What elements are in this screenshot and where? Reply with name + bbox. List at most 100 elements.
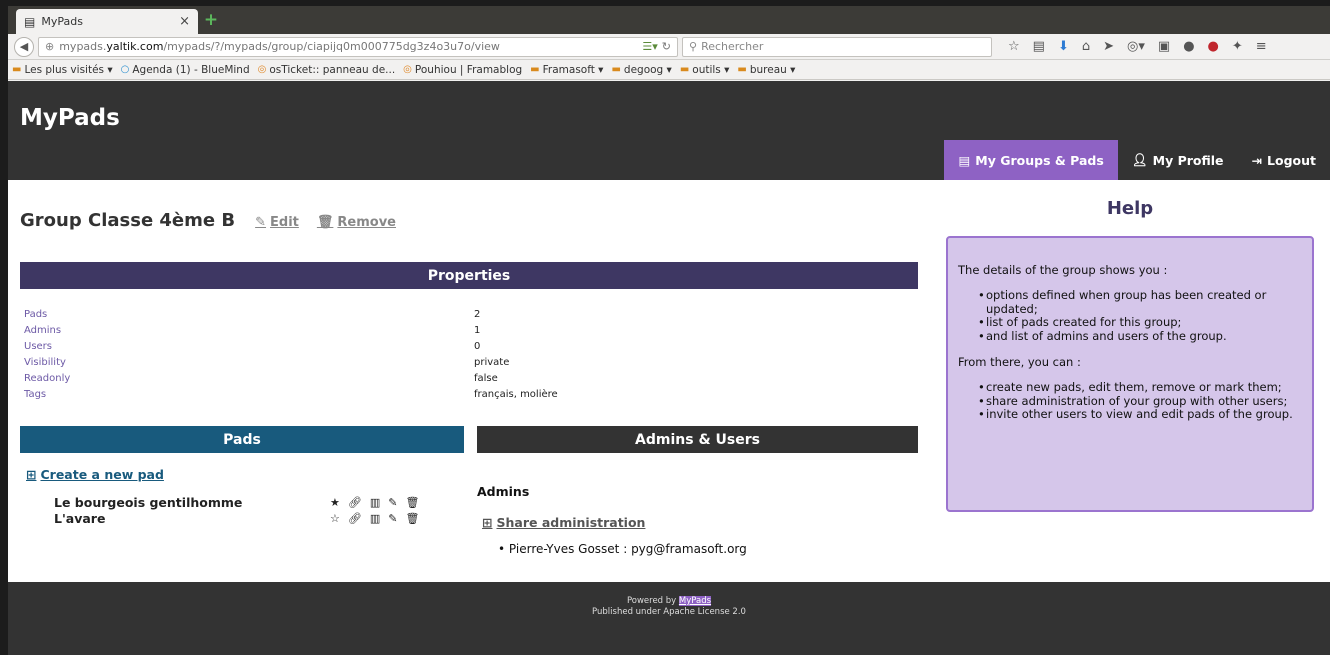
- admins-title: Admins: [477, 484, 530, 499]
- bookmark-agenda[interactable]: ○ Agenda (1) - BlueMind: [121, 64, 250, 76]
- share-administration-link[interactable]: ⊞ Share administration: [482, 515, 645, 530]
- menu-icon[interactable]: ≡: [1256, 39, 1267, 54]
- book-icon[interactable]: ▥: [370, 512, 380, 525]
- addon-icon[interactable]: ✦: [1232, 39, 1243, 54]
- url-text: mypads.yaltik.com/mypads/?/mypads/group/…: [59, 40, 500, 53]
- help-list-details: options defined when group has been crea…: [958, 288, 1302, 344]
- nav-logout[interactable]: ⇥ Logout: [1238, 140, 1330, 180]
- help-box: The details of the group shows you : opt…: [946, 236, 1314, 512]
- powered-by: Powered by MyPads: [626, 596, 712, 606]
- bookmark-framablog[interactable]: ◎ Pouhiou | Framablog: [403, 64, 522, 76]
- navigation-bar: ◀ ⊕ mypads.yaltik.com/mypads/?/mypads/gr…: [8, 34, 1330, 60]
- reload-icon[interactable]: ↻: [662, 40, 671, 53]
- book-icon[interactable]: ▥: [370, 496, 380, 509]
- pad-link[interactable]: Le bourgeois gentilhomme: [54, 495, 242, 510]
- ublock-icon[interactable]: ●: [1208, 39, 1219, 54]
- pad-link[interactable]: L'avare: [54, 511, 105, 526]
- star-filled-icon[interactable]: ★: [330, 496, 340, 509]
- tab-strip: ▤ MyPads × +: [8, 6, 1330, 34]
- close-icon[interactable]: ×: [179, 14, 190, 29]
- site-info-icon[interactable]: ⊕: [45, 40, 54, 53]
- link-icon[interactable]: 🔗︎: [348, 496, 362, 509]
- folder-icon: ▬: [12, 64, 22, 75]
- bookmark-bureau[interactable]: ▬ bureau ▾: [737, 64, 795, 76]
- star-bookmark-icon[interactable]: ☆: [1008, 39, 1020, 54]
- bookmark-framasoft[interactable]: ▬ Framasoft ▾: [530, 64, 603, 76]
- bookmarks-bar: ▬ Les plus visités ▾ ○ Agenda (1) - BlueMi…: [8, 60, 1330, 80]
- properties-list: Pads 2 Admins 1 Users 0 Visibility private R…: [24, 306, 724, 402]
- nav-my-profile[interactable]: 👤︎ My Profile: [1118, 140, 1238, 180]
- pencil-icon[interactable]: ✎: [388, 496, 397, 509]
- help-list-actions: create new pads, edit them, remove or ma…: [958, 380, 1302, 422]
- calendar-icon: ○: [120, 64, 130, 75]
- home-icon[interactable]: ⌂: [1082, 39, 1090, 54]
- page-title: Group Classe 4ème B: [20, 210, 236, 231]
- plus-square-icon: ⊞: [26, 467, 37, 482]
- pad-favicon-icon: ▤: [24, 14, 36, 29]
- reader-icon[interactable]: ☰▾: [642, 40, 657, 53]
- download-icon[interactable]: ⬇: [1058, 39, 1069, 54]
- help-title: Help: [1106, 198, 1154, 219]
- create-pad-link[interactable]: ⊞ Create a new pad: [26, 467, 164, 482]
- send-icon[interactable]: ➤: [1103, 39, 1114, 54]
- property-row: Users 0: [24, 340, 481, 352]
- bookmark-most-visited[interactable]: ▬ Les plus visités ▾: [12, 64, 113, 76]
- list-item: invite other users to view and edit pads…: [978, 408, 1302, 422]
- help-from-there: From there, you can :: [958, 354, 1081, 369]
- list-item: • Pierre-Yves Gosset : pyg@framasoft.org: [498, 542, 747, 556]
- user-icon: 👤︎: [1131, 152, 1148, 167]
- star-outline-icon[interactable]: ☆: [330, 512, 340, 525]
- folder-icon: ▬: [737, 64, 747, 75]
- search-icon: ⚲: [689, 40, 698, 53]
- bookmark-degoog[interactable]: ▬ degoog ▾: [611, 64, 671, 76]
- main-content: Group Classe 4ème B ✎ Edit 🗑︎ Remove Prope…: [8, 180, 1330, 582]
- browser-window: ▤ MyPads × + ◀ ⊕ mypads.yaltik.com/mypad…: [8, 6, 1330, 655]
- plus-square-icon: ⊞: [482, 515, 493, 530]
- brand-logo[interactable]: MyPads: [20, 105, 120, 131]
- clipboard-icon[interactable]: ▤: [1033, 39, 1045, 54]
- site-header: MyPads ▤ My Groups & Pads 👤︎ My Profile ⇥ L…: [8, 81, 1330, 180]
- trash-icon[interactable]: 🗑︎: [405, 512, 419, 525]
- admin-list: • Pierre-Yves Gosset : pyg@framasoft.org: [498, 542, 747, 556]
- main-nav: ▤ My Groups & Pads 👤︎ My Profile ⇥ Logout: [944, 140, 1330, 180]
- list-item: list of pads created for this group;: [978, 316, 1302, 330]
- web-page: MyPads ▤ My Groups & Pads 👤︎ My Profile ⇥ L…: [8, 81, 1330, 655]
- bookmark-osticket[interactable]: ◎ osTicket:: panneau de...: [258, 64, 396, 76]
- pads-heading: Pads: [20, 426, 464, 453]
- site-footer: Powered by MyPads Published under Apache…: [8, 582, 1330, 655]
- admins-users-heading: Admins & Users: [477, 426, 918, 453]
- blog-icon: ◎: [403, 64, 412, 75]
- new-tab-icon[interactable]: +: [202, 11, 220, 29]
- property-row: Readonly false: [24, 372, 498, 384]
- help-intro: The details of the group shows you :: [958, 263, 1168, 277]
- chat-icon[interactable]: ●: [1183, 39, 1194, 54]
- trash-icon[interactable]: 🗑︎: [405, 496, 419, 509]
- properties-heading: Properties: [20, 262, 918, 289]
- screenshot-icon[interactable]: ▣: [1158, 39, 1170, 54]
- ticket-icon: ◎: [257, 64, 267, 75]
- nav-my-groups-pads[interactable]: ▤ My Groups & Pads: [944, 140, 1118, 180]
- bookmark-outils[interactable]: ▬ outils ▾: [680, 64, 730, 76]
- edit-group-link[interactable]: ✎ Edit: [255, 215, 299, 230]
- extension-icon[interactable]: ◎▾: [1127, 39, 1145, 54]
- browser-tab[interactable]: ▤ MyPads ×: [16, 9, 198, 34]
- list-item: create new pads, edit them, remove or ma…: [978, 380, 1302, 395]
- tab-title: MyPads: [41, 15, 83, 28]
- list-item: share administration of your group with …: [978, 394, 1302, 409]
- search-placeholder: Rechercher: [701, 40, 764, 53]
- license-text: Published under Apache License 2.0: [592, 606, 746, 617]
- back-arrow-icon[interactable]: ◀: [14, 36, 34, 57]
- document-icon: ▤: [958, 152, 971, 168]
- search-bar[interactable]: ⚲ Rechercher: [682, 36, 992, 57]
- mypads-link[interactable]: MyPads: [678, 596, 712, 606]
- link-icon[interactable]: 🔗︎: [348, 512, 362, 525]
- list-item: L'avare ☆ 🔗︎ ▥ ✎ 🗑︎: [54, 510, 434, 526]
- pencil-icon[interactable]: ✎: [388, 512, 397, 525]
- folder-icon: ▬: [530, 64, 540, 75]
- group-title-row: Group Classe 4ème B ✎ Edit 🗑︎ Remove: [20, 210, 396, 231]
- pad-list: Le bourgeois gentilhomme ★ 🔗︎ ▥ ✎ 🗑︎ L'a…: [54, 494, 434, 526]
- list-item: Le bourgeois gentilhomme ★ 🔗︎ ▥ ✎ 🗑︎: [54, 494, 434, 510]
- folder-icon: ▬: [679, 64, 690, 75]
- remove-group-link[interactable]: 🗑︎ Remove: [317, 215, 396, 230]
- url-bar[interactable]: ⊕ mypads.yaltik.com/mypads/?/mypads/grou…: [38, 36, 678, 57]
